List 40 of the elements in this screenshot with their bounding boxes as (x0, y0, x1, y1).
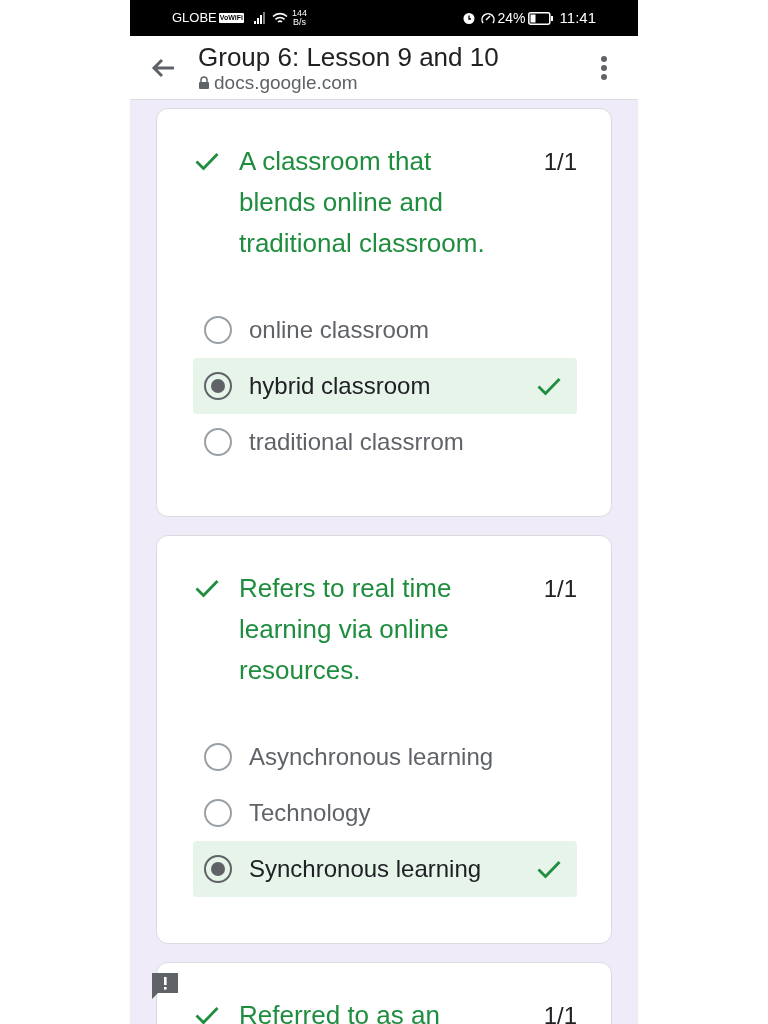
option-label: traditional classrrom (249, 427, 464, 457)
answer-option[interactable]: traditional classrrom (193, 414, 577, 470)
url-text: docs.google.com (214, 71, 358, 94)
answer-option[interactable]: Technology (193, 785, 577, 841)
speed-unit-text: B/s (292, 18, 306, 27)
clock-text: 11:41 (559, 7, 596, 28)
wifi-icon (271, 11, 288, 25)
gauge-icon (479, 11, 496, 25)
score-text: 1/1 (543, 574, 577, 604)
radio-button[interactable] (204, 743, 232, 771)
radio-button[interactable] (204, 372, 232, 400)
option-label: online classroom (249, 315, 430, 345)
answer-option[interactable]: hybrid classroom (193, 358, 577, 414)
answer-option[interactable]: online classroom (193, 302, 577, 358)
option-label: Asynchronous learning (249, 742, 494, 772)
question-text: A classroom that blends online and traditional classroom. (239, 145, 486, 260)
option-label: hybrid classroom (249, 371, 431, 401)
signal-icon (253, 12, 268, 24)
question-text: Referred to as an (239, 999, 441, 1024)
radio-button[interactable] (204, 799, 232, 827)
option-label: Technology (249, 798, 371, 828)
radio-button[interactable] (204, 428, 232, 456)
network-speed-text: 144 (291, 9, 307, 18)
score-text: 1/1 (543, 147, 577, 177)
more-options-icon[interactable] (600, 55, 608, 80)
answer-option[interactable]: Synchronous learning (193, 841, 577, 897)
feedback-icon[interactable] (150, 971, 180, 1001)
radio-button[interactable] (204, 316, 232, 344)
radio-button[interactable] (204, 855, 232, 883)
page-title: Group 6: Lesson 9 and 10 (198, 41, 499, 72)
score-text: 1/1 (543, 1001, 577, 1024)
battery-percent-text: 24% (497, 8, 526, 28)
lock-icon (198, 76, 210, 89)
back-arrow-icon[interactable] (150, 56, 176, 79)
battery-icon (527, 11, 554, 25)
answer-option[interactable]: Asynchronous learning (193, 729, 577, 785)
carrier-text: GLOBE (172, 9, 217, 28)
question-text: Refers to real time learning via online resources. (239, 572, 453, 687)
option-label: Synchronous learning (249, 854, 482, 884)
alarm-icon (461, 11, 476, 25)
